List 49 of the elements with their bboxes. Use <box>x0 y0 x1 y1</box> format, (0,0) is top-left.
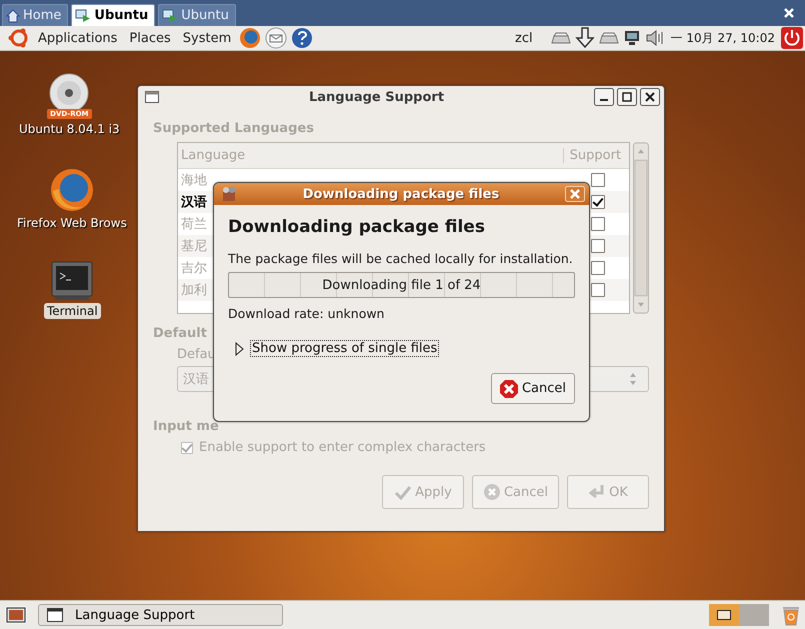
menu-item[interactable]: Applications <box>34 30 122 46</box>
download-rate: Download rate: unknown <box>228 306 384 321</box>
tab[interactable]: Home <box>2 4 68 26</box>
desktop-icon-label[interactable]: Terminal <box>44 303 101 319</box>
dialog-message: The package files will be cached locally for installation. <box>228 251 573 266</box>
section-heading: Supported Languages <box>153 121 314 136</box>
tab[interactable]: Ubuntu <box>71 4 156 26</box>
speaker-icon[interactable] <box>644 30 665 46</box>
window-icon <box>47 608 63 622</box>
clock[interactable]: 一 10月 27, 10:02 <box>670 30 775 46</box>
show-desktop-icon[interactable] <box>6 606 26 624</box>
help-icon[interactable] <box>291 27 314 49</box>
desktop-icon-label[interactable]: Ubuntu 8.04.1 i3 <box>16 121 123 137</box>
window-title: Language Support <box>308 90 446 104</box>
house-icon <box>6 8 20 22</box>
tab[interactable]: Ubuntu <box>158 4 236 26</box>
window-icon <box>145 91 159 103</box>
ok-icon <box>588 483 606 501</box>
window-title: Downloading package files <box>302 186 500 202</box>
taskbar-button[interactable]: Language Support <box>38 604 283 626</box>
terminal-icon <box>51 261 94 301</box>
cancel-button[interactable]: Cancel <box>490 373 575 404</box>
envelope-icon[interactable] <box>265 27 288 49</box>
dropdown-value: 汉语 <box>183 371 209 388</box>
spin-arrows-icon <box>628 372 638 386</box>
section-heading: Default <box>153 326 207 341</box>
cancel-icon <box>482 483 501 501</box>
mini-window-icon <box>717 610 731 620</box>
download-arrow-icon[interactable] <box>574 27 595 49</box>
monitor-icon[interactable] <box>622 29 641 47</box>
section-heading: Input me <box>153 419 219 434</box>
menu-item[interactable]: Places <box>125 30 175 46</box>
ubuntu-logo-icon[interactable] <box>8 27 30 49</box>
drive-icon[interactable] <box>550 30 571 46</box>
workspace[interactable] <box>709 604 739 626</box>
trash-icon[interactable] <box>781 604 801 626</box>
stop-cancel-icon <box>498 378 519 398</box>
collapsed-triangle-icon[interactable] <box>234 342 244 356</box>
expander[interactable]: Show progress of single files <box>250 340 440 357</box>
dialog-heading: Downloading package files <box>228 217 486 237</box>
progress-text: Downloading file 1 of 24 <box>322 278 481 292</box>
desktop-icon-label[interactable]: Firefox Web Brows <box>14 215 130 231</box>
computer-arrow-icon <box>162 8 178 22</box>
apply-icon <box>394 483 412 501</box>
drive-icon[interactable] <box>598 30 619 46</box>
power-icon[interactable] <box>781 27 803 49</box>
computer-arrow-icon <box>75 8 92 22</box>
menu-item[interactable]: System <box>178 30 236 46</box>
user-name[interactable]: zcl <box>515 30 533 46</box>
